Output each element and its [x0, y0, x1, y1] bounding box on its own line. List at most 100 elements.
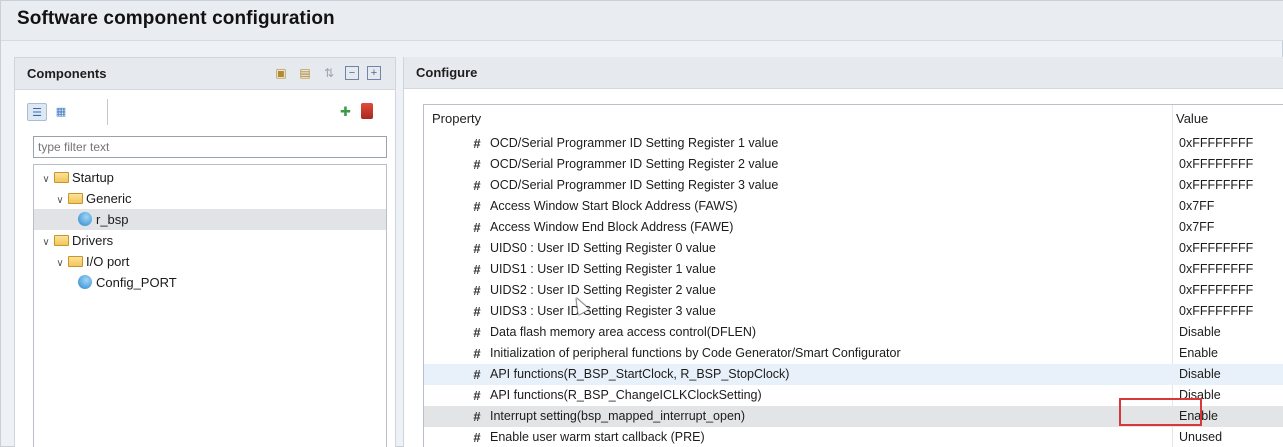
add-component-button[interactable]: ✚: [340, 104, 351, 120]
hash-icon: #: [473, 241, 481, 256]
property-name: Interrupt setting(bsp_mapped_interrupt_o…: [490, 409, 746, 423]
collapse-all-icon[interactable]: −: [345, 66, 359, 80]
property-value[interactable]: 0x7FF: [1179, 196, 1214, 217]
property-value[interactable]: 0xFFFFFFFF: [1179, 175, 1253, 196]
hash-icon: #: [473, 430, 481, 445]
list-view-icon[interactable]: ▦: [51, 103, 71, 121]
hash-icon: #: [473, 220, 481, 235]
property-row[interactable]: # Initialization of peripheral functions …: [424, 343, 1283, 364]
property-value[interactable]: Enable: [1179, 406, 1218, 427]
property-value[interactable]: Enable: [1179, 343, 1218, 364]
filter-input[interactable]: [33, 136, 387, 158]
app-window: Software component configuration Compone…: [0, 0, 1283, 447]
hash-icon: #: [473, 304, 481, 319]
expand-all-icon[interactable]: +: [367, 66, 381, 80]
components-title: Components: [27, 66, 107, 81]
property-row[interactable]: # OCD/Serial Programmer ID Setting Regist…: [424, 133, 1283, 154]
tree-item-drivers[interactable]: ∨ Drivers: [34, 230, 386, 251]
property-row[interactable]: # UIDS3 : User ID Setting Register 3 valu…: [424, 301, 1283, 322]
property-value[interactable]: 0xFFFFFFFF: [1179, 301, 1253, 322]
property-row[interactable]: # UIDS0 : User ID Setting Register 0 valu…: [424, 238, 1283, 259]
tree-view-icon[interactable]: ☰: [27, 103, 47, 121]
property-table: Property Value # OCD/Serial Programmer ID…: [423, 104, 1283, 447]
chevron-down-icon[interactable]: ∨: [54, 253, 66, 274]
property-row[interactable]: # API functions(R_BSP_StartClock, R_BSP_S…: [424, 364, 1283, 385]
tree-item-label: r_bsp: [96, 212, 129, 227]
property-value[interactable]: 0x7FF: [1179, 217, 1214, 238]
tree-item-label: I/O port: [86, 254, 130, 269]
chevron-down-icon[interactable]: ∨: [40, 169, 52, 190]
property-value[interactable]: Disable: [1179, 385, 1221, 406]
hash-icon: #: [473, 178, 481, 193]
column-header-value[interactable]: Value: [1176, 105, 1208, 131]
property-row[interactable]: # Enable user warm start callback (PRE) Un…: [424, 427, 1283, 447]
tree-item-config-port[interactable]: Config_PORT: [34, 272, 386, 293]
chevron-down-icon[interactable]: ∨: [40, 232, 52, 253]
tree-item-i-o-port[interactable]: ∨ I/O port: [34, 251, 386, 272]
property-row[interactable]: # Data flash memory area access control(D…: [424, 322, 1283, 343]
tree-item-r-bsp[interactable]: r_bsp: [34, 209, 386, 230]
property-row[interactable]: # UIDS1 : User ID Setting Register 1 valu…: [424, 259, 1283, 280]
hash-icon: #: [473, 136, 481, 151]
property-name: UIDS3 : User ID Setting Register 3 value: [490, 304, 716, 318]
property-value[interactable]: 0xFFFFFFFF: [1179, 280, 1253, 301]
property-name: Initialization of peripheral functions b…: [490, 346, 901, 360]
components-toolbar: ☰ ▦ ✚: [15, 91, 395, 135]
property-value[interactable]: 0xFFFFFFFF: [1179, 154, 1253, 175]
component-tree: ∨ Startup ∨ Generic r_bsp ∨ Drivers ∨ I/O port Co…: [33, 164, 387, 447]
hash-icon: #: [473, 388, 481, 403]
property-name: OCD/Serial Programmer ID Setting Registe…: [490, 157, 779, 171]
remove-component-button[interactable]: [361, 103, 373, 119]
property-row[interactable]: # Access Window End Block Address (FAWE) 0…: [424, 217, 1283, 238]
column-header-property[interactable]: Property: [432, 105, 481, 131]
property-name: Data flash memory area access control(DF…: [490, 325, 757, 339]
property-name: Access Window Start Block Address (FAWS): [490, 199, 738, 213]
components-panel: Components ▣ ▤ ⇅ − + ☰ ▦ ✚ ∨ Startup ∨ Gene…: [14, 57, 396, 447]
property-name: API functions(R_BSP_StartClock, R_BSP_St…: [490, 367, 790, 381]
property-value[interactable]: Disable: [1179, 322, 1221, 343]
sort-icon[interactable]: ⇅: [321, 65, 337, 81]
property-row[interactable]: # UIDS2 : User ID Setting Register 2 valu…: [424, 280, 1283, 301]
property-name: UIDS1 : User ID Setting Register 1 value: [490, 262, 716, 276]
folder-icon: [68, 193, 83, 204]
property-name: API functions(R_BSP_ChangeICLKClockSetti…: [490, 388, 762, 402]
property-name: Enable user warm start callback (PRE): [490, 430, 705, 444]
property-row[interactable]: # Interrupt setting(bsp_mapped_interrupt_…: [424, 406, 1283, 427]
hash-icon: #: [473, 367, 481, 382]
hash-icon: #: [473, 157, 481, 172]
hash-icon: #: [473, 346, 481, 361]
hash-icon: #: [473, 262, 481, 277]
property-row[interactable]: # API functions(R_BSP_ChangeICLKClockSett…: [424, 385, 1283, 406]
components-header: Components ▣ ▤ ⇅ − +: [15, 58, 395, 90]
chevron-down-icon[interactable]: ∨: [54, 190, 66, 211]
toolbar-divider: [107, 99, 108, 125]
property-row[interactable]: # Access Window Start Block Address (FAWS…: [424, 196, 1283, 217]
property-name: UIDS0 : User ID Setting Register 0 value: [490, 241, 716, 255]
add-component-icon[interactable]: ▣: [273, 65, 289, 81]
property-row[interactable]: # OCD/Serial Programmer ID Setting Regist…: [424, 154, 1283, 175]
property-value[interactable]: Disable: [1179, 364, 1221, 385]
property-value[interactable]: 0xFFFFFFFF: [1179, 259, 1253, 280]
tree-item-label: Drivers: [72, 233, 114, 248]
remove-component-icon[interactable]: ▤: [297, 65, 313, 81]
tree-item-generic[interactable]: ∨ Generic: [34, 188, 386, 209]
property-value[interactable]: Unused: [1179, 427, 1222, 447]
property-name: UIDS2 : User ID Setting Register 2 value: [490, 283, 716, 297]
hash-icon: #: [473, 199, 481, 214]
property-value[interactable]: 0xFFFFFFFF: [1179, 238, 1253, 259]
tree-item-label: Generic: [86, 191, 132, 206]
hash-icon: #: [473, 283, 481, 298]
property-row[interactable]: # OCD/Serial Programmer ID Setting Regist…: [424, 175, 1283, 196]
component-icon: [78, 275, 92, 289]
folder-icon: [54, 235, 69, 246]
property-name: OCD/Serial Programmer ID Setting Registe…: [490, 178, 779, 192]
property-value[interactable]: 0xFFFFFFFF: [1179, 133, 1253, 154]
folder-icon: [54, 172, 69, 183]
configure-title: Configure: [416, 65, 478, 80]
component-icon: [78, 212, 92, 226]
page-title: Software component configuration: [17, 8, 335, 29]
tree-item-startup[interactable]: ∨ Startup: [34, 167, 386, 188]
tree-item-label: Startup: [72, 170, 114, 185]
title-bar: Software component configuration: [1, 1, 1283, 41]
property-name: Access Window End Block Address (FAWE): [490, 220, 734, 234]
